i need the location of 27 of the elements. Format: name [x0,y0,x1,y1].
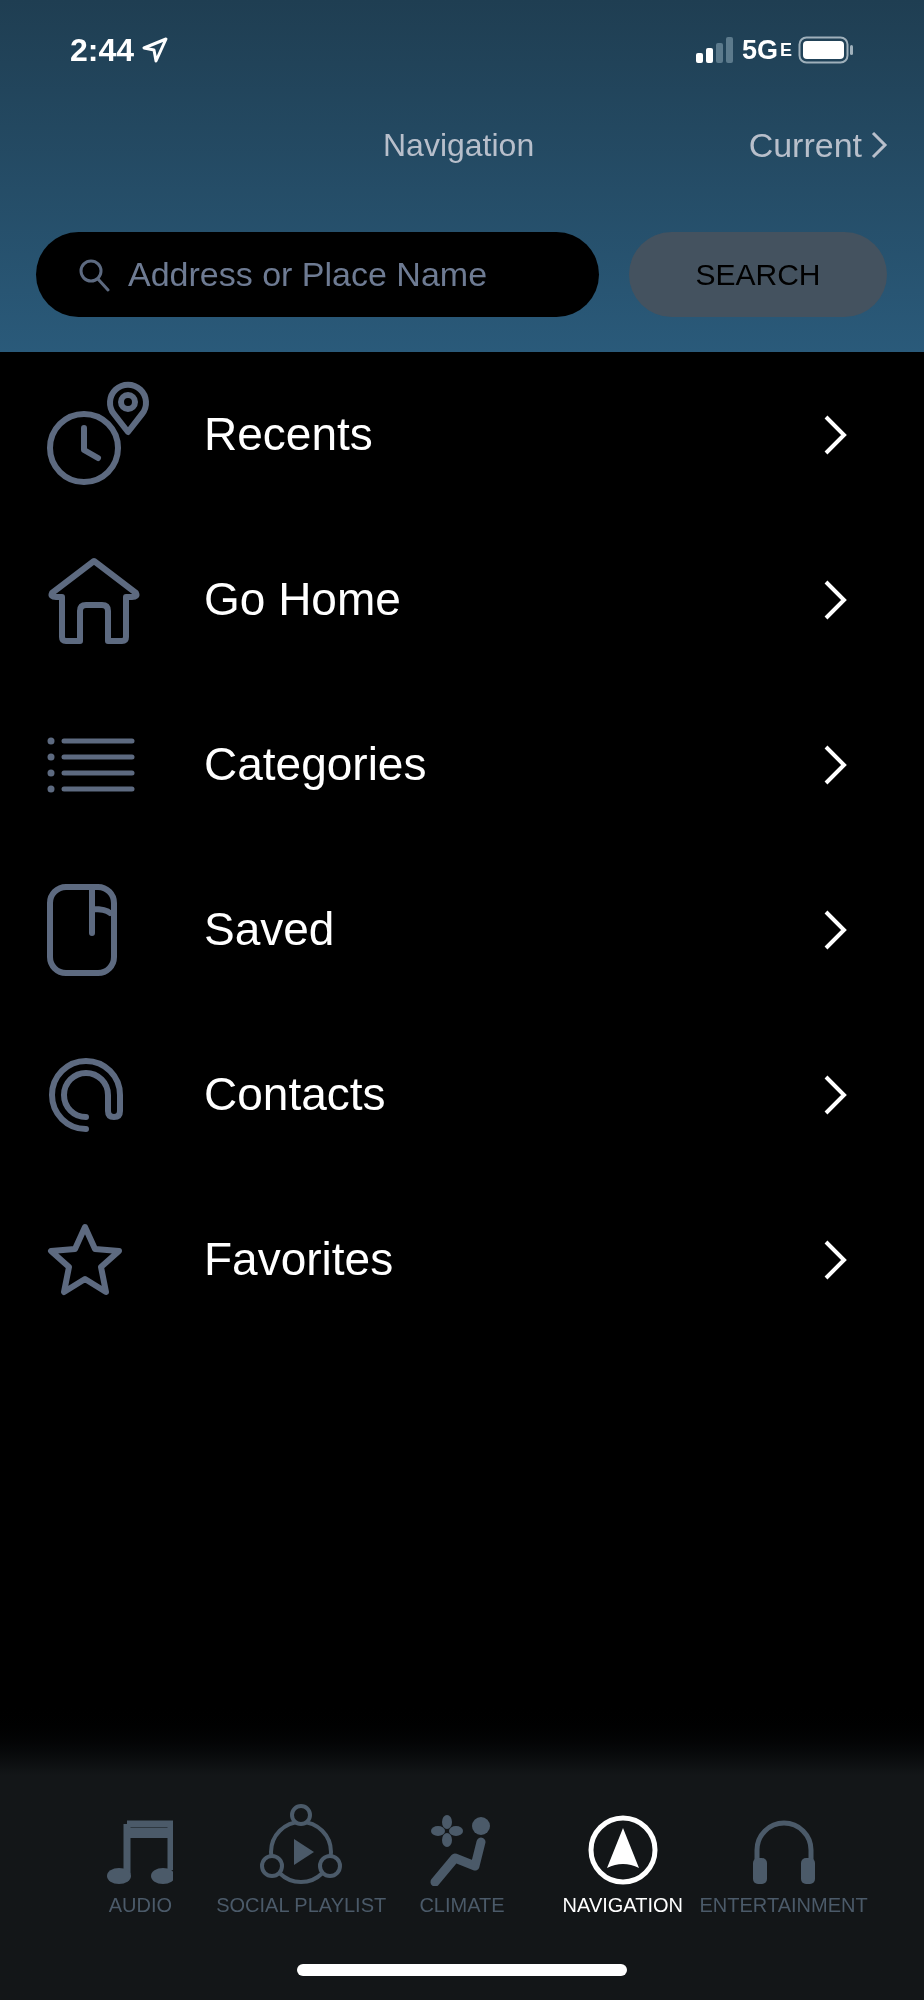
menu-item-label: Go Home [204,572,402,627]
menu-item-label: Saved [204,902,336,957]
notebook-icon [46,882,118,977]
header-title: Navigation [383,126,535,165]
location-arrow-icon [142,37,169,63]
search-icon [78,258,110,292]
shared-play-icon [259,1804,344,1886]
star-icon [46,1221,124,1298]
menu-item-label: Recents [204,407,374,462]
network-suffix: E [780,38,792,62]
signal-icon [695,37,736,63]
current-location-link[interactable]: Current [748,119,888,171]
menu-item[interactable]: Saved [0,847,924,1012]
menu-item[interactable]: Contacts [0,1012,924,1177]
network-type: 5G [741,33,778,67]
battery-icon [798,36,854,64]
menu-item-label: Categories [204,737,428,792]
menu-item[interactable]: Favorites [0,1177,924,1342]
menu-item[interactable]: Recents [0,352,924,517]
chevron-right-icon [870,130,888,160]
menu-item-label: Contacts [204,1067,387,1122]
search-field[interactable]: Address or Place Name [36,232,599,317]
menu-item[interactable]: Categories [0,682,924,847]
menu-item-label: Favorites [204,1232,395,1287]
status-time: 2:44 [70,31,135,70]
music-note-icon [107,1818,174,1886]
menu-item[interactable]: Go Home [0,517,924,682]
